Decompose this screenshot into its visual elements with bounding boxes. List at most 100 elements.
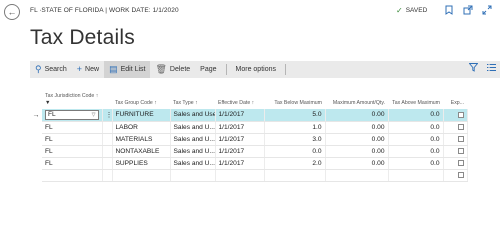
exp-cell[interactable] <box>443 109 468 122</box>
jurisdiction-cell[interactable]: FL ▽ <box>42 109 103 122</box>
checkbox[interactable] <box>457 171 464 178</box>
jurisdiction-lookup-input[interactable]: FL ▽ <box>45 109 99 120</box>
below-cell[interactable]: 2.0 <box>264 157 326 170</box>
group-cell[interactable]: FURNITURE <box>112 109 171 122</box>
open-new-window-icon[interactable] <box>463 4 473 16</box>
above-cell[interactable]: 0.0 <box>388 133 444 146</box>
jurisdiction-cell[interactable] <box>42 169 103 182</box>
bookmark-icon[interactable] <box>444 4 454 16</box>
below-cell[interactable]: 0.0 <box>264 145 326 158</box>
effective-cell[interactable]: 1/1/2017 <box>215 145 265 158</box>
column-header-max-amount[interactable]: Maximum Amount/Qty. <box>325 87 388 109</box>
checkbox[interactable] <box>457 159 464 166</box>
jurisdiction-cell[interactable]: FL <box>42 145 103 158</box>
effective-cell[interactable]: 1/1/2017 <box>215 157 265 170</box>
tax-details-grid: Tax Jurisdiction Code ↑ ▼ Tax Group Code… <box>30 87 468 182</box>
row-gutter <box>30 133 42 145</box>
table-row[interactable]: FL MATERIALS Sales and U... 1/1/2017 3.0… <box>30 133 468 146</box>
column-header-below[interactable]: Tax Below Maximum <box>264 87 325 109</box>
exp-cell[interactable] <box>443 133 468 146</box>
row-gutter <box>30 121 42 133</box>
jurisdiction-cell[interactable]: FL <box>42 121 103 134</box>
checkbox[interactable] <box>457 135 464 142</box>
delete-button[interactable]: 🗑 Delete <box>150 61 195 78</box>
edit-list-button[interactable]: ▤ Edit List <box>104 61 151 78</box>
effective-cell[interactable]: 1/1/2017 <box>215 121 265 134</box>
expand-icon[interactable] <box>482 4 492 16</box>
table-row[interactable]: FL SUPPLIES Sales and U... 1/1/2017 2.0 … <box>30 157 468 170</box>
type-cell[interactable]: Sales and U... <box>170 157 216 170</box>
back-button[interactable]: ← <box>4 4 20 20</box>
column-header-exp[interactable]: Exp... <box>443 87 467 109</box>
type-cell[interactable]: Sales and U... <box>170 121 216 134</box>
jurisdiction-cell[interactable]: FL <box>42 133 103 146</box>
header-icons <box>444 4 492 16</box>
max-amount-cell[interactable]: 0.00 <box>325 133 389 146</box>
table-row-new[interactable] <box>30 169 468 182</box>
max-amount-cell[interactable]: 0.00 <box>325 157 389 170</box>
search-button[interactable]: ⚲ Search <box>30 61 72 78</box>
table-row[interactable]: FL NONTAXABLE Sales and U... 1/1/2017 0.… <box>30 145 468 158</box>
divider <box>225 64 227 75</box>
checkmark-icon: ✓ <box>396 5 403 15</box>
below-cell[interactable]: 5.0 <box>264 109 326 122</box>
chevron-down-icon[interactable]: ▽ <box>92 112 96 118</box>
saved-label: SAVED <box>405 7 428 14</box>
below-cell[interactable] <box>264 169 326 182</box>
checkbox[interactable] <box>457 111 464 118</box>
column-header-effective[interactable]: Effective Date ↑ <box>215 87 264 109</box>
row-gutter <box>30 157 42 169</box>
menu-cell <box>102 157 113 170</box>
type-cell[interactable] <box>170 169 216 182</box>
group-cell[interactable]: NONTAXABLE <box>112 145 171 158</box>
table-row[interactable]: → FL ▽ ⋮ FURNITURE Sales and Use Tax 1/1… <box>30 109 468 122</box>
checkbox[interactable] <box>457 147 464 154</box>
max-amount-cell[interactable]: 0.00 <box>325 121 389 134</box>
max-amount-cell[interactable]: 0.00 <box>325 109 389 122</box>
column-header-jurisdiction[interactable]: Tax Jurisdiction Code ↑ ▼ <box>42 87 102 109</box>
above-cell[interactable] <box>388 169 444 182</box>
menu-cell <box>102 133 113 146</box>
max-amount-cell[interactable]: 0.00 <box>325 145 389 158</box>
table-header-row: Tax Jurisdiction Code ↑ ▼ Tax Group Code… <box>30 87 467 109</box>
menu-cell <box>102 145 113 158</box>
arrow-left-icon: ← <box>7 6 17 17</box>
exp-cell[interactable] <box>443 121 468 134</box>
trash-icon: 🗑 <box>155 64 167 74</box>
effective-cell[interactable] <box>215 169 265 182</box>
effective-cell[interactable]: 1/1/2017 <box>215 109 265 122</box>
checkbox[interactable] <box>457 123 464 130</box>
table-row[interactable]: FL LABOR Sales and U... 1/1/2017 1.0 0.0… <box>30 121 468 134</box>
plus-icon: + <box>76 64 83 74</box>
effective-cell[interactable]: 1/1/2017 <box>215 133 265 146</box>
type-cell[interactable]: Sales and Use Tax <box>170 109 216 122</box>
above-cell[interactable]: 0.0 <box>388 157 444 170</box>
list-view-icon[interactable] <box>487 63 496 74</box>
column-header-type[interactable]: Tax Type ↑ <box>170 87 215 109</box>
exp-cell[interactable] <box>443 169 468 182</box>
more-options-button[interactable]: More options <box>231 61 281 78</box>
type-cell[interactable]: Sales and U... <box>170 133 216 146</box>
column-header-above[interactable]: Tax Above Maximum <box>388 87 443 109</box>
saved-status: ✓ SAVED <box>396 5 428 15</box>
exp-cell[interactable] <box>443 157 468 170</box>
above-cell[interactable]: 0.0 <box>388 145 444 158</box>
above-cell[interactable]: 0.0 <box>388 121 444 134</box>
group-cell[interactable] <box>112 169 171 182</box>
column-header-group[interactable]: Tax Group Code ↑ <box>112 87 170 109</box>
exp-cell[interactable] <box>443 145 468 158</box>
page-menu-button[interactable]: Page <box>195 61 221 78</box>
group-cell[interactable]: MATERIALS <box>112 133 171 146</box>
new-button[interactable]: + New <box>72 61 104 78</box>
below-cell[interactable]: 1.0 <box>264 121 326 134</box>
row-menu-icon[interactable]: ⋮ <box>102 109 113 122</box>
above-cell[interactable]: 0.0 <box>388 109 444 122</box>
jurisdiction-cell[interactable]: FL <box>42 157 103 170</box>
filter-icon[interactable] <box>468 63 479 74</box>
group-cell[interactable]: SUPPLIES <box>112 157 171 170</box>
edit-list-icon: ▤ <box>109 64 118 74</box>
type-cell[interactable]: Sales and U... <box>170 145 216 158</box>
group-cell[interactable]: LABOR <box>112 121 171 134</box>
below-cell[interactable]: 3.0 <box>264 133 326 146</box>
max-amount-cell[interactable] <box>325 169 389 182</box>
